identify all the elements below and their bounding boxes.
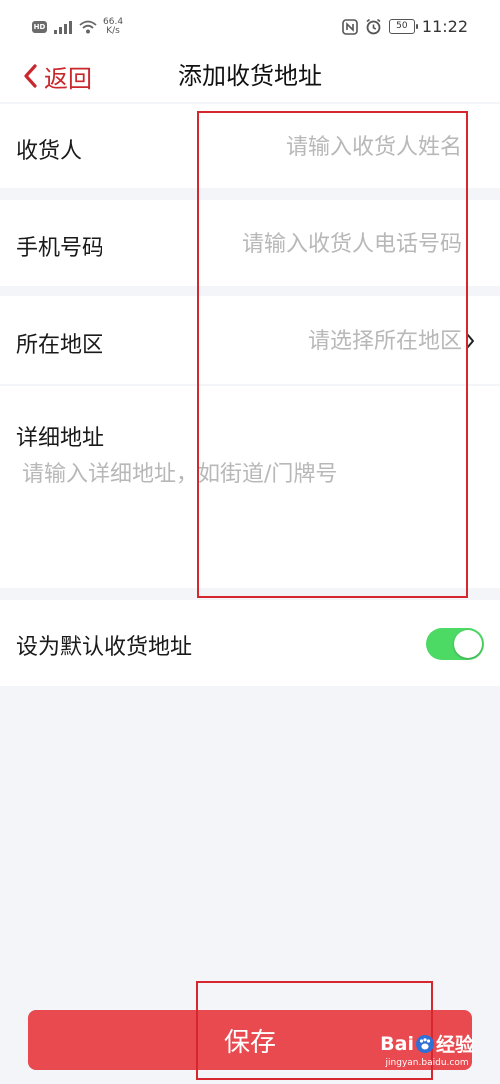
status-time: 11:22 [421,17,468,36]
network-speed-unit: K/s [106,26,120,36]
status-right: 50 11:22 [342,17,468,36]
chevron-left-icon [24,64,37,88]
default-address-toggle[interactable] [426,628,484,660]
hd-icon: HD [32,21,47,33]
toggle-knob [454,630,482,658]
phone-input[interactable] [110,229,462,259]
chevron-right-icon [466,333,474,349]
wifi-icon [79,20,97,34]
nfc-icon [342,18,358,35]
detail-address-input[interactable] [22,456,462,556]
save-button[interactable]: 保存 [28,1010,472,1070]
region-select[interactable] [150,326,462,356]
status-bar: HD 66.4 K/s 50 11:22 [0,0,500,56]
back-button[interactable]: 返回 [22,56,92,96]
recipient-row: 收货人 [0,104,500,188]
alarm-icon [366,18,381,35]
phone-row: 手机号码 [0,200,500,286]
recipient-input[interactable] [170,132,462,162]
default-address-row: 设为默认收货地址 [0,600,500,686]
back-label: 返回 [44,64,92,93]
battery-icon: 50 [388,19,418,34]
network-speed: 66.4 K/s [103,18,123,36]
phone-label: 手机号码 [16,236,102,261]
signal-icon [54,21,72,34]
detail-address-label: 详细地址 [16,426,105,451]
default-address-label: 设为默认收货地址 [16,635,193,660]
region-label: 所在地区 [16,333,102,358]
region-row[interactable]: 所在地区 [0,296,500,384]
nav-bar: 返回 添加收货地址 [0,56,500,102]
status-left: HD 66.4 K/s [32,18,123,36]
detail-address-row: 详细地址 [0,386,500,588]
recipient-label: 收货人 [16,139,83,164]
